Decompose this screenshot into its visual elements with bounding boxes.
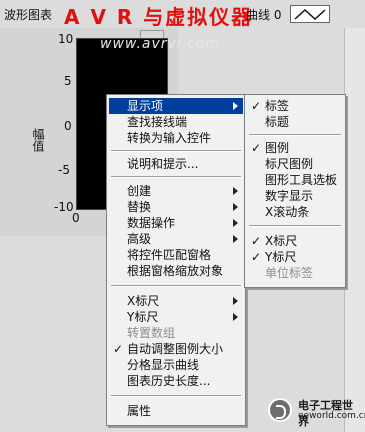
menu-item-label: 转置数组 (127, 326, 176, 340)
graph-title: 波形图表 (4, 8, 53, 22)
y-tick-label: 10 (58, 32, 74, 46)
menu-item-label: 图表历史长度... (127, 374, 211, 388)
menu-item-label: 说明和提示... (127, 157, 199, 171)
visible-items-submenu: ✓ 标签 标题 ✓ 图例 标尺图例 图形工具选板 数字显示 X滚动条 ✓ X标尺… (244, 94, 346, 288)
submenu-item-text: 图例 (265, 141, 290, 155)
y-tick-label: 0 (64, 119, 72, 133)
menu-item-create[interactable]: 创建 (109, 183, 243, 199)
submenu-item-text: 数字显示 (265, 189, 314, 203)
y-axis-label: 幅值 (31, 128, 45, 152)
x-tick-label: 0 (72, 211, 80, 225)
menu-item-change-to-control[interactable]: 转换为输入控件 (109, 130, 243, 146)
menu-item-label: Y标尺 (127, 310, 159, 324)
menu-item-label: 转换为输入控件 (127, 131, 212, 145)
y-tick-label: -5 (58, 163, 70, 177)
menu-item-label: 自动调整图例大小 (127, 342, 224, 356)
checkmark-icon: ✓ (113, 342, 124, 356)
menu-separator (111, 176, 241, 178)
submenu-arrow-icon (233, 203, 238, 211)
submenu-item-caption[interactable]: 标题 (247, 114, 343, 130)
y-tick-label: -10 (54, 200, 74, 214)
submenu-arrow-icon (233, 102, 238, 110)
submenu-item-plot-legend[interactable]: ✓ 图例 (247, 140, 343, 156)
menu-item-visible-items[interactable]: 显示项 (109, 98, 243, 114)
menu-item-label: 数据操作 (127, 216, 176, 230)
plot-legend-line-icon[interactable] (290, 5, 330, 23)
context-menu: 显示项 查找接线端 转换为输入控件 说明和提示... 创建 替换 数据操作 高级… (106, 94, 246, 426)
menu-item-label: 显示项 (127, 99, 164, 113)
menu-item-advanced[interactable]: 高级 (109, 231, 243, 247)
menu-item-label: 属性 (127, 404, 152, 418)
window-edge (344, 28, 365, 432)
checkmark-icon: ✓ (251, 99, 262, 113)
watermark-url: www.avrvi.com (100, 36, 221, 52)
submenu-item-y-scale[interactable]: ✓ Y标尺 (247, 249, 343, 265)
submenu-arrow-icon (233, 235, 238, 243)
menu-item-label: 将控件匹配窗格 (127, 248, 212, 262)
menu-item-replace[interactable]: 替换 (109, 199, 243, 215)
menu-item-label: 替换 (127, 200, 152, 214)
submenu-arrow-icon (233, 187, 238, 195)
plot-legend-label[interactable]: 曲线 0 (246, 6, 281, 23)
submenu-item-x-scrollbar[interactable]: X滚动条 (247, 204, 343, 220)
submenu-item-text: X标尺 (265, 234, 298, 248)
menu-separator (249, 134, 341, 136)
menu-separator (111, 395, 241, 397)
menu-item-description-tip[interactable]: 说明和提示... (109, 156, 243, 172)
watermark-text: A V R 与虚拟仪器 (64, 5, 254, 29)
menu-item-fit-to-pane[interactable]: 将控件匹配窗格 (109, 247, 243, 263)
submenu-arrow-icon (233, 297, 238, 305)
eeworld-logo: 电子工程世界 eeworld.com.cn (264, 396, 365, 428)
menu-item-label: 根据窗格缩放对象 (127, 264, 224, 278)
submenu-item-text: X滚动条 (265, 205, 310, 219)
menu-separator (111, 150, 241, 152)
menu-item-label: X标尺 (127, 294, 160, 308)
menu-separator (249, 225, 341, 227)
submenu-item-text: 图形工具选板 (265, 173, 338, 187)
submenu-item-text: 标尺图例 (265, 157, 314, 171)
menu-item-autosize-legend[interactable]: ✓ 自动调整图例大小 (109, 341, 243, 357)
menu-item-scale-with-pane[interactable]: 根据窗格缩放对象 (109, 263, 243, 279)
menu-item-stack-plots[interactable]: 分格显示曲线 (109, 357, 243, 373)
submenu-item-graph-palette[interactable]: 图形工具选板 (247, 172, 343, 188)
menu-item-label: 创建 (127, 184, 152, 198)
y-tick-label: 5 (64, 74, 72, 88)
checkmark-icon: ✓ (251, 250, 262, 264)
submenu-item-text: 标签 (265, 99, 290, 113)
menu-item-label: 分格显示曲线 (127, 358, 200, 372)
menu-item-y-scale[interactable]: Y标尺 (109, 309, 243, 325)
submenu-item-scale-legend[interactable]: 标尺图例 (247, 156, 343, 172)
submenu-item-x-scale[interactable]: ✓ X标尺 (247, 233, 343, 249)
menu-item-label: 高级 (127, 232, 152, 246)
submenu-arrow-icon (233, 219, 238, 227)
menu-item-label: 查找接线端 (127, 115, 188, 129)
menu-item-x-scale[interactable]: X标尺 (109, 293, 243, 309)
logo-domain: eeworld.com.cn (298, 411, 365, 421)
checkmark-icon: ✓ (251, 141, 262, 155)
submenu-item-label[interactable]: ✓ 标签 (247, 98, 343, 114)
submenu-item-unit-label: 单位标签 (247, 265, 343, 281)
submenu-item-text: 标题 (265, 115, 290, 129)
submenu-item-digital-display[interactable]: 数字显示 (247, 188, 343, 204)
menu-separator (111, 285, 241, 287)
submenu-item-text: 单位标签 (265, 266, 314, 280)
submenu-item-text: Y标尺 (265, 250, 297, 264)
menu-item-chart-history-length[interactable]: 图表历史长度... (109, 373, 243, 389)
menu-item-find-terminal[interactable]: 查找接线端 (109, 114, 243, 130)
menu-item-transpose-array: 转置数组 (109, 325, 243, 341)
checkmark-icon: ✓ (251, 234, 262, 248)
eeworld-logo-icon (268, 398, 292, 422)
menu-item-data-operations[interactable]: 数据操作 (109, 215, 243, 231)
menu-item-properties[interactable]: 属性 (109, 403, 243, 419)
submenu-arrow-icon (233, 313, 238, 321)
